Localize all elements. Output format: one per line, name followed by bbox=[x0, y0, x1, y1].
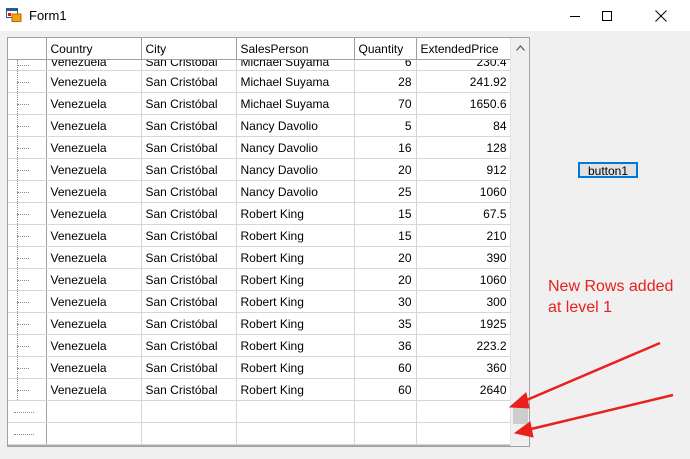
arrow-2-head bbox=[513, 421, 534, 438]
arrow-2 bbox=[526, 393, 674, 432]
arrow-1 bbox=[521, 341, 661, 404]
annotation-arrows bbox=[508, 341, 674, 438]
arrow-1-head bbox=[508, 392, 530, 409]
